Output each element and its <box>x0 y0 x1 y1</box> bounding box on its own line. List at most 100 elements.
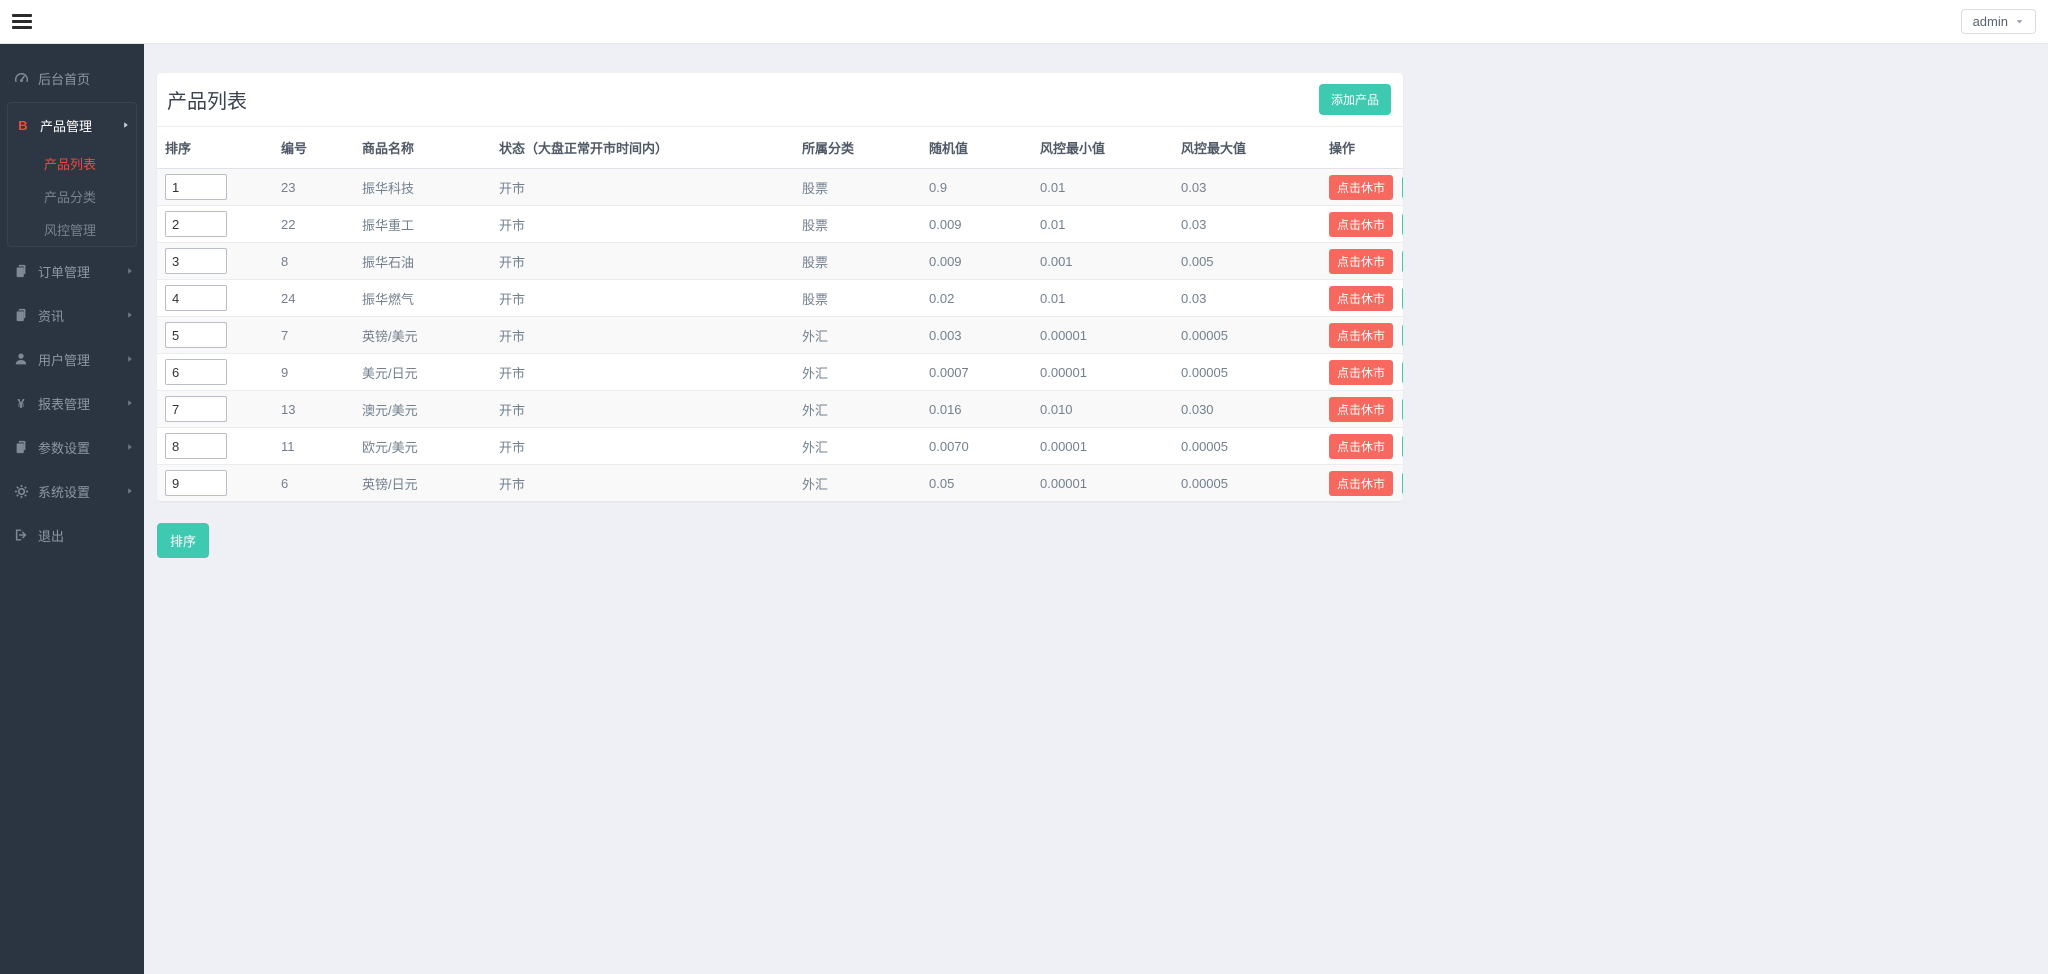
product-list-panel: 产品列表 添加产品 排序 编号 商品名称 状态（大盘正常开市时间内） 所属分类 随机值 风控… <box>157 73 1403 501</box>
cell-risk-min: 0.00001 <box>1032 464 1173 501</box>
cell-category: 外汇 <box>794 464 921 501</box>
sidebar-item-system-settings[interactable]: 系统设置 <box>0 469 144 513</box>
cell-number: 23 <box>281 179 296 195</box>
cell-category: 股票 <box>794 205 921 243</box>
sort-input[interactable] <box>165 285 227 311</box>
sort-input[interactable] <box>165 211 227 237</box>
sidebar-item-label: 参数设置 <box>38 440 91 456</box>
caret-right-icon <box>126 311 134 319</box>
cell-risk-min: 0.00001 <box>1032 427 1173 465</box>
cell-random: 0.0070 <box>921 427 1032 465</box>
cell-category: 外汇 <box>794 316 921 354</box>
topbar: admin <box>0 0 2048 44</box>
column-header: 随机值 <box>921 127 1032 169</box>
sort-input[interactable] <box>165 470 227 496</box>
cell-status: 开市 <box>491 242 794 280</box>
cell-number: 11 <box>273 427 354 465</box>
sidebar-item-label: 订单管理 <box>38 264 91 280</box>
edit-button[interactable] <box>1401 249 1403 273</box>
cell-risk-min: 0.00001 <box>1032 353 1173 391</box>
sidebar-item-label: 资讯 <box>38 308 65 324</box>
close-market-button[interactable]: 点击休市 <box>1329 248 1394 274</box>
close-market-button[interactable]: 点击休市 <box>1329 285 1394 311</box>
sidebar-item-news[interactable]: 资讯 <box>0 293 144 337</box>
page-title: 产品列表 <box>167 91 247 113</box>
edit-button[interactable] <box>1401 212 1403 236</box>
sort-input[interactable] <box>165 433 227 459</box>
sidebar-item-order-management[interactable]: 订单管理 <box>0 249 144 293</box>
table-row: 11 欧元/美元 开市 外汇 0.0070 0.00001 0.00005 点击… <box>157 427 1403 465</box>
edit-button[interactable] <box>1401 323 1403 347</box>
sidebar-item-user-management[interactable]: 用户管理 <box>0 337 144 381</box>
add-product-button[interactable]: 添加产品 <box>1318 84 1391 115</box>
sidebar-item-label: 用户管理 <box>38 352 91 368</box>
sort-input[interactable] <box>165 359 227 385</box>
logout-icon <box>13 528 29 542</box>
cell-risk-min: 0.00001 <box>1032 316 1173 354</box>
user-icon <box>13 352 29 366</box>
edit-button[interactable] <box>1401 360 1403 384</box>
cell-random: 0.0007 <box>921 353 1032 391</box>
edit-button[interactable] <box>1401 175 1403 199</box>
cell-status: 开市 <box>491 205 794 243</box>
edit-button[interactable] <box>1401 397 1403 421</box>
sidebar-item-label: 报表管理 <box>38 396 91 412</box>
close-market-button[interactable]: 点击休市 <box>1329 211 1394 237</box>
sidebar-item-report-management[interactable]: ¥ 报表管理 <box>0 381 144 425</box>
close-market-button[interactable]: 点击休市 <box>1329 470 1394 496</box>
edit-button[interactable] <box>1401 434 1403 458</box>
close-market-button[interactable]: 点击休市 <box>1329 359 1394 385</box>
sidebar-item-logout[interactable]: 退出 <box>0 513 144 557</box>
hamburger-icon[interactable] <box>12 9 38 35</box>
cell-random: 0.009 <box>921 205 1032 243</box>
files-icon <box>13 440 29 454</box>
cell-status: 开市 <box>491 464 794 501</box>
close-market-button[interactable]: 点击休市 <box>1329 174 1394 200</box>
cell-random: 0.05 <box>921 464 1032 501</box>
sidebar-item-dashboard-home[interactable]: 后台首页 <box>0 56 144 100</box>
sidebar-subitem-risk-management[interactable]: 风控管理 <box>8 213 136 246</box>
cell-category: 外汇 <box>794 353 921 391</box>
sidebar-subitem-product-category[interactable]: 产品分类 <box>8 180 136 213</box>
edit-button[interactable] <box>1401 471 1403 495</box>
edit-button[interactable] <box>1401 286 1403 310</box>
sidebar-item-product-management[interactable]: B 产品管理 <box>8 103 136 147</box>
table-row: 7 英镑/美元 开市 外汇 0.003 0.00001 0.00005 点击休市 <box>157 316 1403 354</box>
cell-number: 22 <box>273 205 354 243</box>
cell-status: 开市 <box>491 316 794 354</box>
cell-name: 振华燃气 <box>354 279 491 317</box>
cell-number: 8 <box>273 242 354 280</box>
column-header: 操作 <box>1321 127 1403 169</box>
table-header-row: 排序 编号 商品名称 状态（大盘正常开市时间内） 所属分类 随机值 风控最小值 风控最大值 操作 <box>157 127 1403 169</box>
cell-name: 振华石油 <box>354 242 491 280</box>
sidebar-subitem-product-list[interactable]: 产品列表 <box>8 147 136 180</box>
cell-number: 13 <box>273 390 354 428</box>
sidebar-item-parameter-settings[interactable]: 参数设置 <box>0 425 144 469</box>
cell-risk-min: 0.01 <box>1040 179 1066 195</box>
sort-button[interactable]: 排序 <box>157 523 210 558</box>
sort-input[interactable] <box>165 322 227 348</box>
sort-input[interactable] <box>165 396 227 422</box>
cell-risk-max: 0.005 <box>1173 242 1321 280</box>
user-menu-button[interactable]: admin <box>1960 9 2036 34</box>
cell-number: 7 <box>273 316 354 354</box>
yen-icon: ¥ <box>17 395 25 411</box>
cell-status: 开市 <box>491 353 794 391</box>
sort-input[interactable] <box>165 248 227 274</box>
sidebar-item-label: 后台首页 <box>38 71 91 87</box>
close-market-button[interactable]: 点击休市 <box>1329 396 1394 422</box>
column-header: 风控最大值 <box>1173 127 1321 169</box>
table-row: 13 澳元/美元 开市 外汇 0.016 0.010 0.030 点击休市 <box>157 390 1403 428</box>
cell-risk-min: 0.01 <box>1032 279 1173 317</box>
table-row: 6 英镑/日元 开市 外汇 0.05 0.00001 0.00005 点击休市 <box>157 464 1403 501</box>
close-market-button[interactable]: 点击休市 <box>1329 433 1394 459</box>
files-icon <box>13 308 29 322</box>
close-market-button[interactable]: 点击休市 <box>1329 322 1394 348</box>
cell-random: 0.02 <box>921 279 1032 317</box>
sidebar-item-label: 产品管理 <box>40 118 93 134</box>
table-row: 22 振华重工 开市 股票 0.009 0.01 0.03 点击休市 <box>157 205 1403 243</box>
cell-category: 外汇 <box>794 390 921 428</box>
sort-input[interactable] <box>165 174 227 200</box>
cell-name: 振华重工 <box>354 205 491 243</box>
cell-number: 24 <box>273 279 354 317</box>
